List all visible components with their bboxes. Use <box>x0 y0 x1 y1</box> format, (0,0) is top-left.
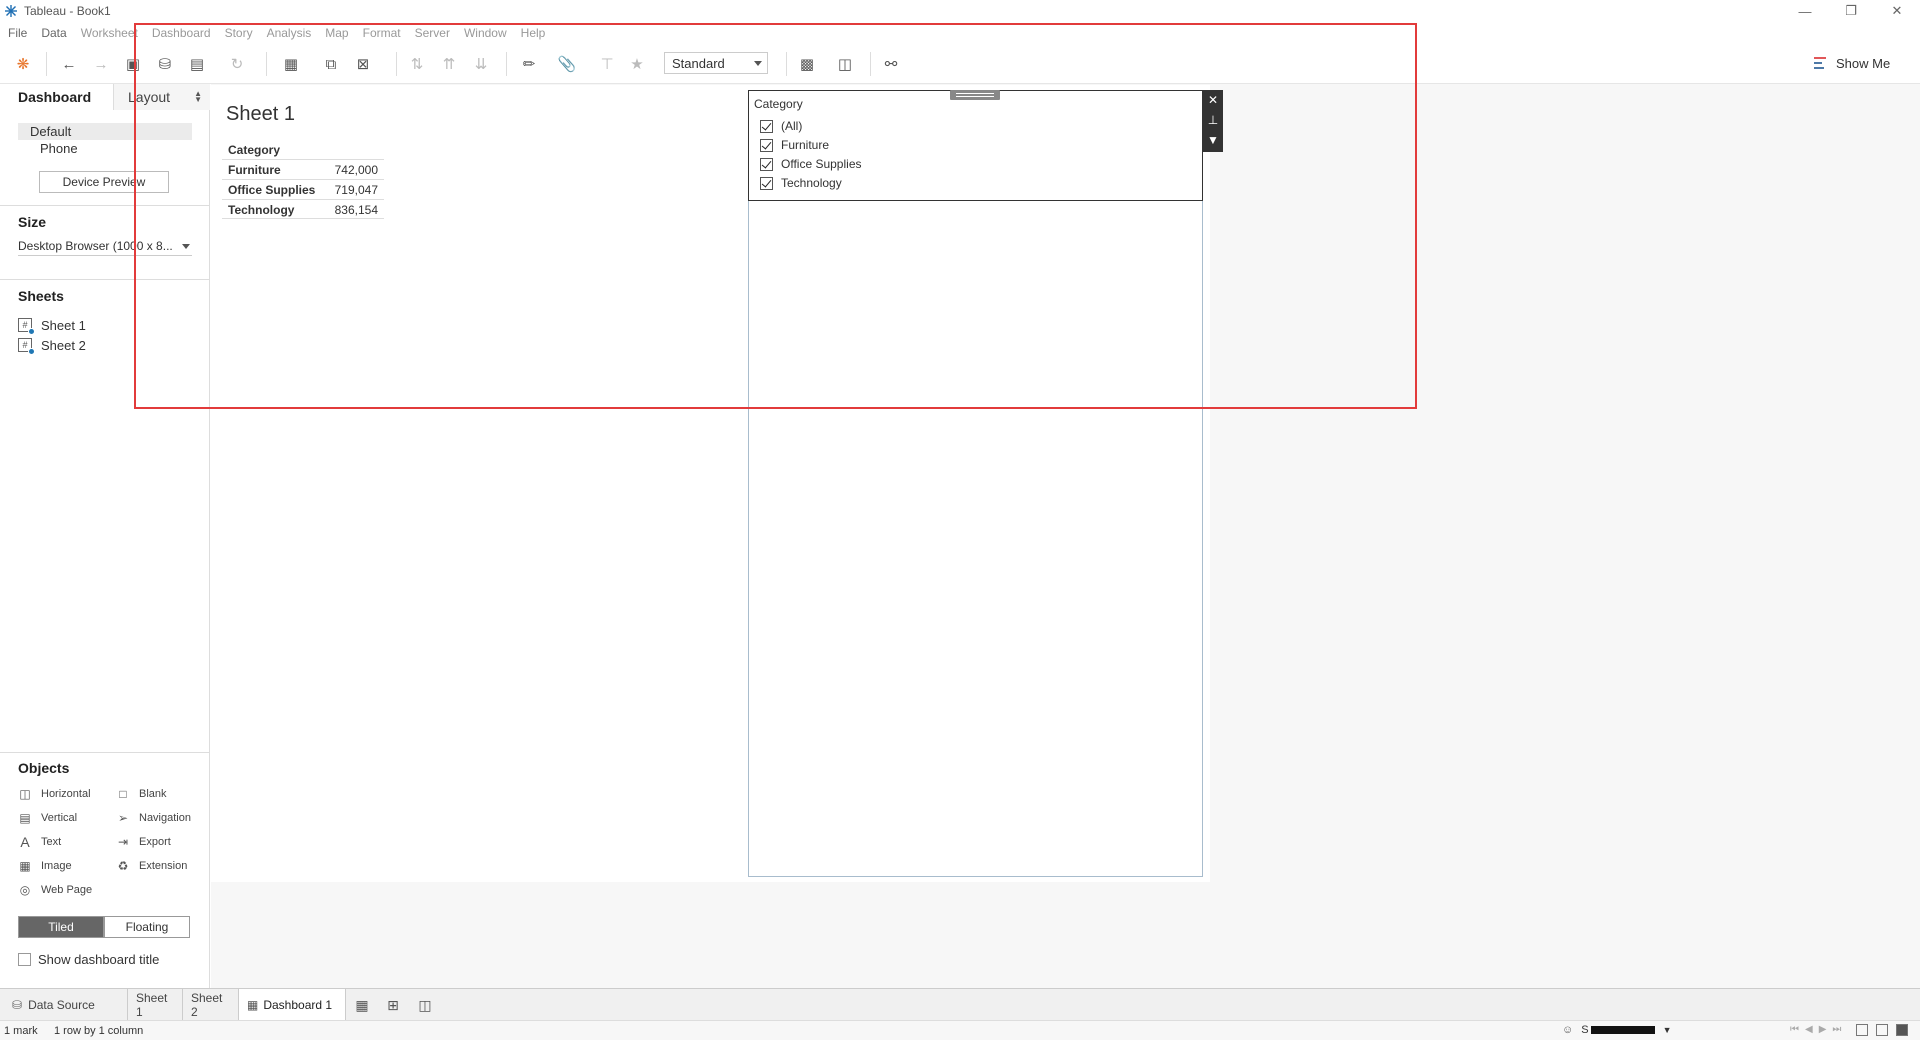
mark-count: 1 mark <box>4 1025 38 1037</box>
sheet-item-2[interactable]: # Sheet 2 <box>18 336 86 355</box>
tab-sheet-2[interactable]: Sheet 2 <box>183 989 239 1020</box>
vertical-container-icon: ▤ <box>19 811 31 825</box>
redacted-user <box>1590 1026 1655 1034</box>
floating-toggle[interactable]: Floating <box>104 916 190 938</box>
tab-sheet-1-label: Sheet 1 <box>136 990 168 1019</box>
highlight-annotation <box>134 23 1417 409</box>
sheet-tabs-bar: ⛁ Data Source Sheet 1 Sheet 2 ▦ Dashboar… <box>0 988 1920 1020</box>
extension-puzzle-icon: ♻ <box>117 859 129 873</box>
dashboard-icon: ▦ <box>247 997 259 1012</box>
object-export[interactable]: ⇥ Export <box>116 833 171 851</box>
object-label: Web Page <box>41 884 93 896</box>
object-label: Vertical <box>41 812 78 824</box>
menu-file[interactable]: File <box>8 26 27 40</box>
show-me-button[interactable]: Show Me <box>1814 54 1890 72</box>
objects-heading: Objects <box>18 760 70 776</box>
object-vertical[interactable]: ▤ Vertical <box>18 809 77 827</box>
status-bar: 1 mark 1 row by 1 column ☺ S ▼ ⏮◀▶⏭ <box>0 1020 1920 1040</box>
menu-data[interactable]: Data <box>41 26 66 40</box>
image-icon: ▦ <box>19 859 31 873</box>
sheets-heading: Sheets <box>18 288 64 304</box>
tab-sheet-2-label: Sheet 2 <box>191 990 223 1019</box>
navigation-icon: ➢ <box>117 811 129 825</box>
tiled-toggle[interactable]: Tiled <box>18 916 104 938</box>
sheet-item-label: Sheet 1 <box>41 317 86 333</box>
undo-icon[interactable]: ← <box>58 54 80 74</box>
sheet-item-1[interactable]: # Sheet 1 <box>18 316 86 335</box>
new-dashboard-tab-icon[interactable]: ⊞ <box>384 996 402 1014</box>
restore-button[interactable]: ❐ <box>1828 0 1874 22</box>
minimize-button[interactable]: — <box>1782 0 1828 22</box>
show-me-icon <box>1814 57 1828 69</box>
object-image[interactable]: ▦ Image <box>18 857 72 875</box>
new-worksheet-tab-icon[interactable]: ▦ <box>353 996 371 1014</box>
title-bar: Tableau - Book1 — ❐ ✕ <box>0 0 1920 22</box>
device-phone-label: Phone <box>40 141 78 156</box>
object-web-page[interactable]: ◎ Web Page <box>18 881 92 899</box>
window-title: Tableau - Book1 <box>24 4 111 18</box>
text-icon: A <box>20 834 30 850</box>
show-dashboard-title-checkbox[interactable]: Show dashboard title <box>18 952 159 967</box>
user-menu[interactable]: ☺ S ▼ <box>1562 1024 1672 1036</box>
sheet-navigation-arrows[interactable]: ⏮◀▶⏭ <box>1790 1024 1847 1035</box>
horizontal-container-icon: ◫ <box>19 787 31 801</box>
show-me-label: Show Me <box>1836 55 1891 71</box>
device-phone[interactable]: Phone <box>30 141 78 156</box>
sheet-sorter-icon[interactable] <box>1856 1024 1868 1036</box>
tab-data-source-label: Data Source <box>28 997 95 1012</box>
checkbox-icon <box>18 953 31 966</box>
object-label: Horizontal <box>41 788 91 800</box>
object-text[interactable]: A Text <box>18 833 61 851</box>
tab-dashboard[interactable]: Dashboard <box>0 84 114 110</box>
worksheet-icon: # <box>18 318 35 335</box>
export-icon: ⇥ <box>117 835 129 849</box>
sheet-item-label: Sheet 2 <box>41 337 86 353</box>
row-column-count: 1 row by 1 column <box>54 1025 144 1037</box>
database-icon: ⛁ <box>12 997 23 1012</box>
tab-dashboard-1[interactable]: ▦ Dashboard 1 <box>239 989 346 1020</box>
redo-icon[interactable]: → <box>90 54 112 74</box>
chevron-down-icon: ▼ <box>1662 1025 1672 1035</box>
size-heading: Size <box>18 214 47 230</box>
device-default-label: Default <box>30 124 72 139</box>
tab-dashboard-1-label: Dashboard 1 <box>263 997 333 1012</box>
tableau-home-icon[interactable]: ❋ <box>12 54 34 74</box>
blank-icon: □ <box>119 787 127 801</box>
object-navigation[interactable]: ➢ Navigation <box>116 809 191 827</box>
close-window-button[interactable]: ✕ <box>1874 0 1920 22</box>
view-switcher <box>1856 1024 1908 1036</box>
user-name: S <box>1581 1024 1589 1036</box>
tabs-view-icon[interactable] <box>1896 1024 1908 1036</box>
object-label: Text <box>41 836 62 848</box>
worksheet-icon: # <box>18 338 35 355</box>
show-dashboard-title-label: Show dashboard title <box>38 952 160 967</box>
object-label: Blank <box>139 788 167 800</box>
object-label: Export <box>139 836 171 848</box>
object-label: Navigation <box>139 812 191 824</box>
user-icon: ☺ <box>1562 1024 1574 1036</box>
object-blank[interactable]: □ Blank <box>116 785 167 803</box>
globe-icon: ◎ <box>19 883 31 897</box>
object-label: Extension <box>139 860 188 872</box>
tab-dashboard-label: Dashboard <box>18 89 92 105</box>
tableau-logo-icon <box>4 4 18 18</box>
menu-worksheet[interactable]: Worksheet <box>81 26 138 40</box>
filmstrip-icon[interactable] <box>1876 1024 1888 1036</box>
object-horizontal[interactable]: ◫ Horizontal <box>18 785 91 803</box>
tab-sheet-1[interactable]: Sheet 1 <box>128 989 183 1020</box>
object-label: Image <box>41 860 72 872</box>
new-story-tab-icon[interactable]: ◫ <box>416 996 434 1014</box>
tab-data-source[interactable]: ⛁ Data Source <box>0 989 128 1020</box>
object-extension[interactable]: ♻ Extension <box>116 857 188 875</box>
